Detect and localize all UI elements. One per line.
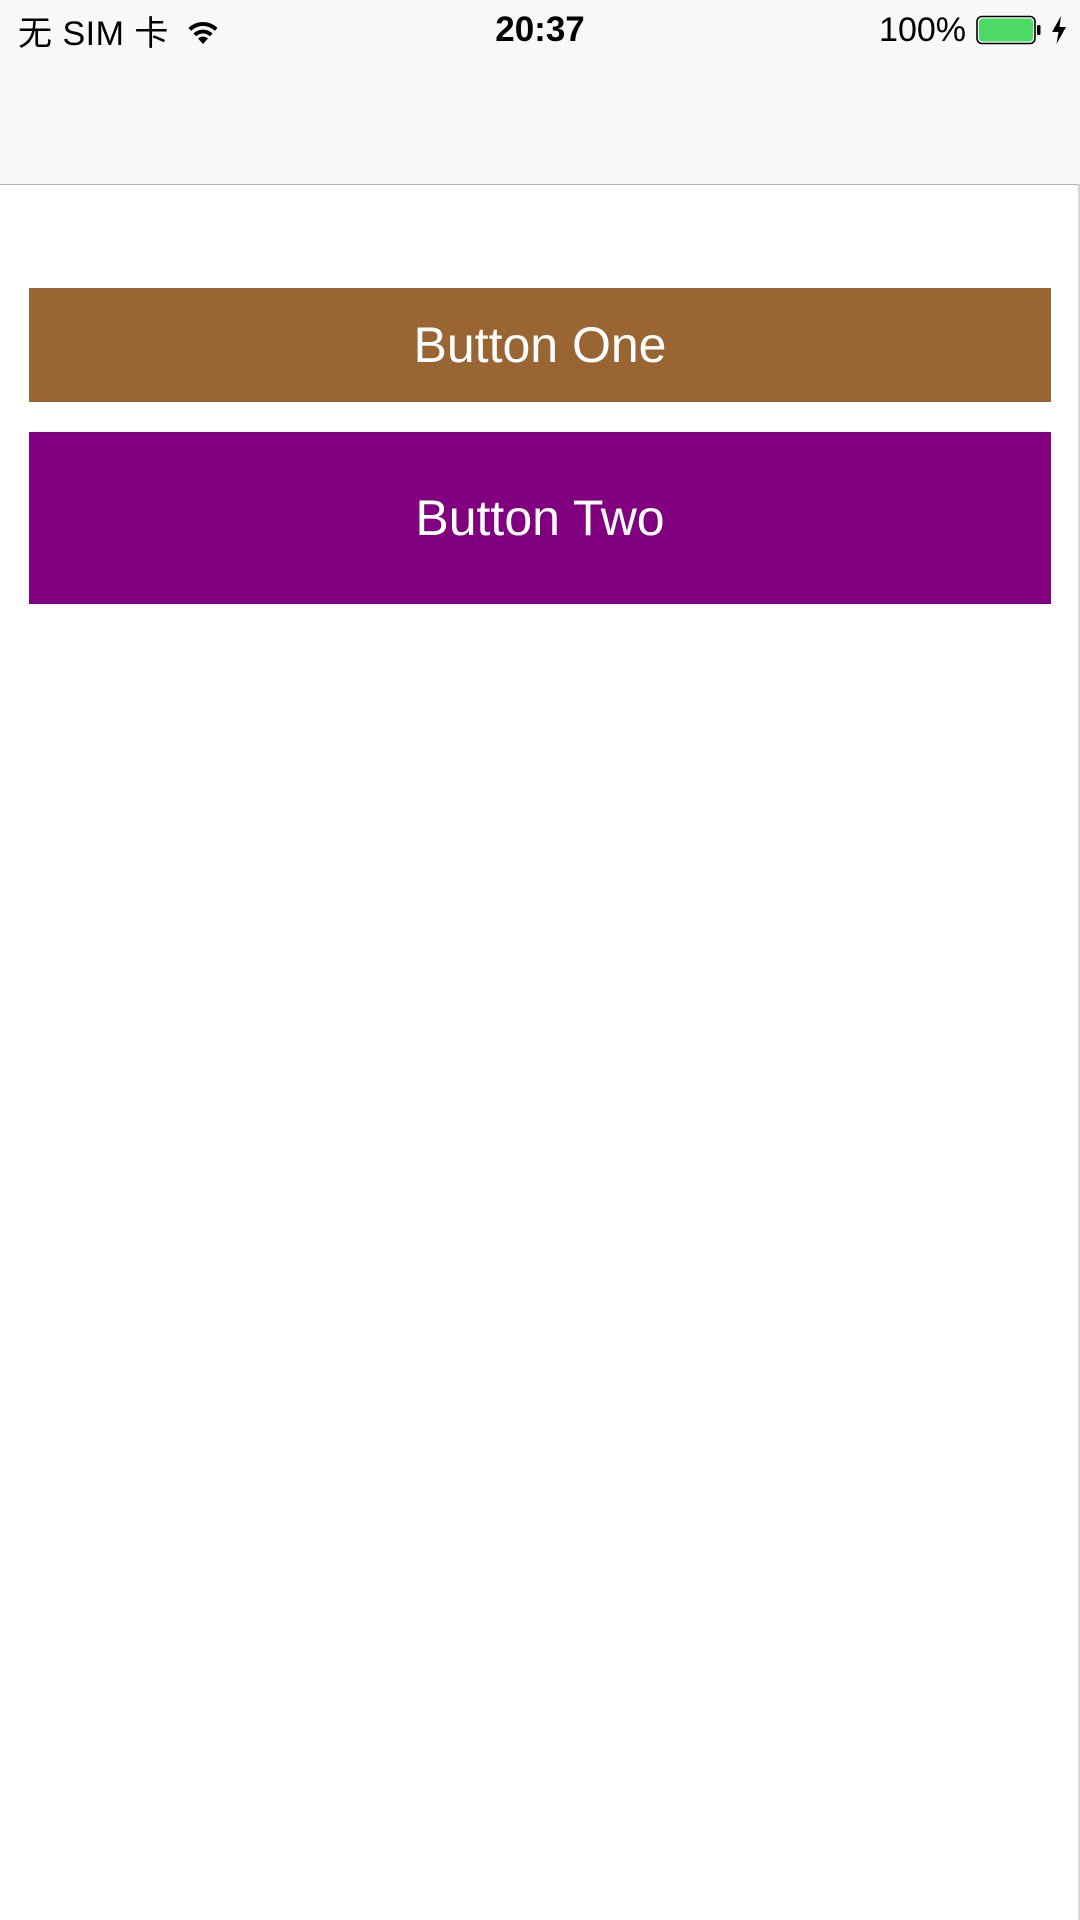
battery-icon [976,15,1042,45]
battery-group: 100% [879,10,1068,50]
battery-percent: 100% [879,10,966,49]
navigation-bar: 无 SIM 卡 20:37 100% [0,0,1080,185]
button-two[interactable]: Button Two [29,432,1051,604]
charging-bolt-icon [1050,15,1068,45]
button-one[interactable]: Button One [29,288,1051,402]
app-screen: 无 SIM 卡 20:37 100% Button One Button Two [0,0,1080,1920]
status-bar: 无 SIM 卡 20:37 100% [0,0,1080,60]
